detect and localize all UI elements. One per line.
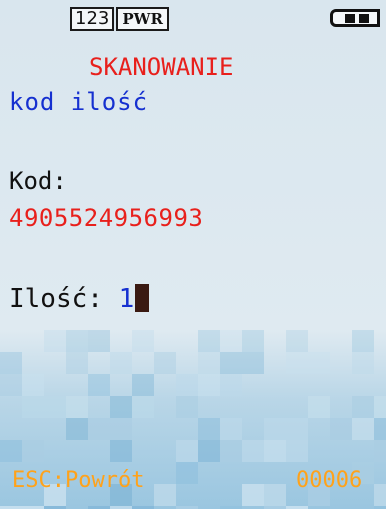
battery-icon xyxy=(330,9,380,27)
esc-back-button[interactable]: ESC:Powrót xyxy=(12,468,144,493)
power-indicator: PWR xyxy=(116,7,169,31)
scanner-screen: 123 PWR SKANOWANIE kod ilość Kod: 490552… xyxy=(0,0,386,509)
input-mode-indicator: 123 xyxy=(70,7,115,31)
quantity-input[interactable]: 1 xyxy=(119,284,135,314)
battery-level-bar xyxy=(359,14,369,23)
record-counter: 00006 xyxy=(296,468,363,493)
code-value: 4905524956993 xyxy=(9,204,204,232)
quantity-label: Ilość: xyxy=(9,284,103,314)
status-bar: 123 PWR xyxy=(70,7,169,31)
page-title: SKANOWANIE xyxy=(89,53,234,81)
code-label: Kod: xyxy=(9,167,67,195)
quantity-field[interactable]: Ilość: 1 xyxy=(9,284,150,314)
page-subtitle: kod ilość xyxy=(9,88,149,116)
text-cursor xyxy=(135,284,150,312)
battery-level-bar xyxy=(345,14,355,23)
